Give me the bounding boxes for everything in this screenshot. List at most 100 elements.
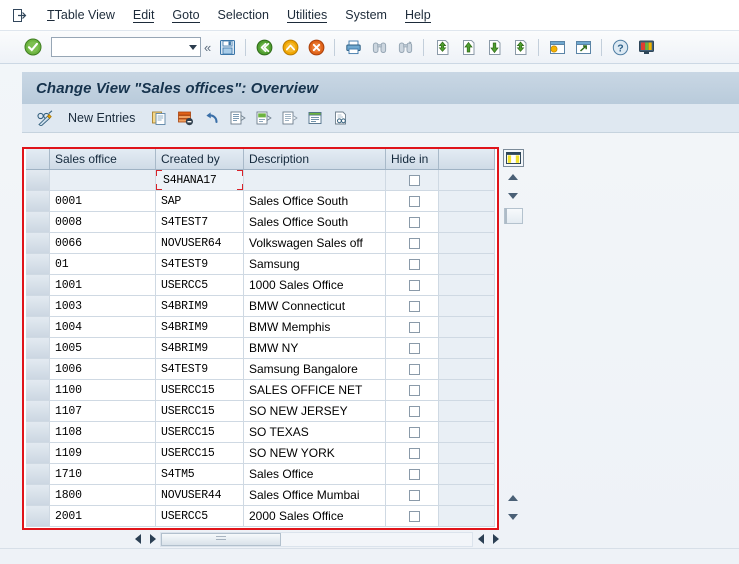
first-page-button[interactable]: [430, 35, 454, 59]
column-header-hide-in[interactable]: Hide in: [386, 149, 439, 169]
new-entries-button[interactable]: New Entries: [64, 109, 139, 127]
row-selector-cell[interactable]: [26, 401, 50, 421]
hscroll-left-button-2[interactable]: [473, 532, 488, 547]
table-control[interactable]: Sales office Created by Description Hide…: [22, 147, 499, 530]
table-row[interactable]: 1006 S4TEST9 Samsung Bangalore: [26, 359, 495, 380]
cell-description[interactable]: BMW NY: [244, 338, 386, 358]
hscroll-right-button[interactable]: [145, 532, 160, 547]
hide-in-checkbox[interactable]: [409, 279, 420, 291]
find-next-button[interactable]: [393, 35, 417, 59]
table-row[interactable]: 01 S4TEST9 Samsung: [26, 254, 495, 275]
cell-sales-office[interactable]: 1109: [50, 443, 156, 463]
chevron-down-icon[interactable]: [189, 44, 197, 50]
command-input[interactable]: [52, 38, 200, 56]
back-button[interactable]: [252, 35, 276, 59]
hscroll-left-button[interactable]: [130, 532, 145, 547]
cell-sales-office[interactable]: 2001: [50, 506, 156, 526]
cell-created-by[interactable]: NOVUSER64: [156, 233, 244, 253]
cell-sales-office[interactable]: 01: [50, 254, 156, 274]
delete-button[interactable]: [174, 107, 198, 130]
cell-description[interactable]: SO TEXAS: [244, 422, 386, 442]
cell-created-by[interactable]: S4TEST9: [156, 359, 244, 379]
cell-sales-office[interactable]: 1001: [50, 275, 156, 295]
hide-in-checkbox[interactable]: [409, 216, 420, 228]
table-row[interactable]: 1800 NOVUSER44 Sales Office Mumbai: [26, 485, 495, 506]
system-exit-icon[interactable]: [10, 6, 30, 24]
hscroll-right-button-2[interactable]: [488, 532, 503, 547]
horizontal-scrollbar[interactable]: [130, 530, 503, 548]
previous-entry-button[interactable]: [226, 107, 250, 130]
hide-in-checkbox[interactable]: [409, 237, 420, 249]
exit-button[interactable]: [278, 35, 302, 59]
row-selector-cell[interactable]: [26, 296, 50, 316]
cell-created-by[interactable]: USERCC15: [156, 422, 244, 442]
cell-hide-in[interactable]: [386, 317, 439, 337]
scroll-up-button[interactable]: [503, 169, 522, 185]
row-selector-cell[interactable]: [26, 212, 50, 232]
table-row[interactable]: 2001 USERCC5 2000 Sales Office: [26, 506, 495, 527]
cell-sales-office[interactable]: 1100: [50, 380, 156, 400]
hide-in-checkbox[interactable]: [409, 363, 420, 375]
cell-description[interactable]: 1000 Sales Office: [244, 275, 386, 295]
table-row[interactable]: 1107 USERCC15 SO NEW JERSEY: [26, 401, 495, 422]
cell-description[interactable]: Sales Office Mumbai: [244, 485, 386, 505]
cell-hide-in[interactable]: [386, 506, 439, 526]
toolbar-overflow-icon[interactable]: «: [201, 41, 214, 54]
cell-description[interactable]: Samsung Bangalore: [244, 359, 386, 379]
find-button[interactable]: [367, 35, 391, 59]
table-row[interactable]: 1109 USERCC15 SO NEW YORK: [26, 443, 495, 464]
variant-button[interactable]: [330, 107, 354, 130]
cell-sales-office[interactable]: [50, 170, 156, 190]
hide-in-checkbox[interactable]: [409, 405, 420, 417]
table-row[interactable]: 0001 SAP Sales Office South: [26, 191, 495, 212]
cell-hide-in[interactable]: [386, 212, 439, 232]
undo-button[interactable]: [200, 107, 224, 130]
table-row[interactable]: 1001 USERCC5 1000 Sales Office: [26, 275, 495, 296]
table-row[interactable]: S4HANA17: [26, 170, 495, 191]
create-session-button[interactable]: [545, 35, 569, 59]
cell-description[interactable]: 2000 Sales Office: [244, 506, 386, 526]
row-selector-cell[interactable]: [26, 275, 50, 295]
column-header-select[interactable]: [26, 149, 50, 169]
cell-description[interactable]: Volkswagen Sales off: [244, 233, 386, 253]
row-selector-cell[interactable]: [26, 359, 50, 379]
cell-description[interactable]: BMW Memphis: [244, 317, 386, 337]
cell-description[interactable]: Sales Office South: [244, 212, 386, 232]
save-button[interactable]: [215, 35, 239, 59]
next-entry-button[interactable]: [252, 107, 276, 130]
row-selector-cell[interactable]: [26, 422, 50, 442]
column-header-sales-office[interactable]: Sales office: [50, 149, 156, 169]
cell-sales-office[interactable]: 1005: [50, 338, 156, 358]
cell-hide-in[interactable]: [386, 254, 439, 274]
hide-in-checkbox[interactable]: [409, 174, 420, 186]
table-row[interactable]: 0008 S4TEST7 Sales Office South: [26, 212, 495, 233]
details-button[interactable]: [304, 107, 328, 130]
scroll-down-button[interactable]: [503, 188, 522, 204]
cell-created-by[interactable]: NOVUSER44: [156, 485, 244, 505]
menu-item-table-view[interactable]: TTable View: [38, 6, 124, 24]
cell-sales-office[interactable]: 1003: [50, 296, 156, 316]
column-configuration-icon[interactable]: [503, 149, 524, 167]
cell-created-by[interactable]: S4TEST9: [156, 254, 244, 274]
hide-in-checkbox[interactable]: [409, 510, 420, 522]
table-row[interactable]: 0066 NOVUSER64 Volkswagen Sales off: [26, 233, 495, 254]
cell-description[interactable]: BMW Connecticut: [244, 296, 386, 316]
row-selector-cell[interactable]: [26, 191, 50, 211]
column-header-description[interactable]: Description: [244, 149, 386, 169]
glasses-pencil-icon[interactable]: [33, 107, 57, 130]
create-shortcut-button[interactable]: [571, 35, 595, 59]
cancel-button[interactable]: [304, 35, 328, 59]
menu-item-system[interactable]: System: [336, 6, 396, 24]
hide-in-checkbox[interactable]: [409, 300, 420, 312]
cell-hide-in[interactable]: [386, 485, 439, 505]
menu-item-goto[interactable]: Goto: [163, 6, 208, 24]
row-selector-cell[interactable]: [26, 317, 50, 337]
row-selector-cell[interactable]: [26, 254, 50, 274]
cell-sales-office[interactable]: 1800: [50, 485, 156, 505]
cell-created-by[interactable]: S4TEST7: [156, 212, 244, 232]
hide-in-checkbox[interactable]: [409, 321, 420, 333]
hide-in-checkbox[interactable]: [409, 426, 420, 438]
cell-created-by[interactable]: SAP: [156, 191, 244, 211]
cell-created-by[interactable]: USERCC15: [156, 401, 244, 421]
cell-created-by[interactable]: USERCC15: [156, 443, 244, 463]
